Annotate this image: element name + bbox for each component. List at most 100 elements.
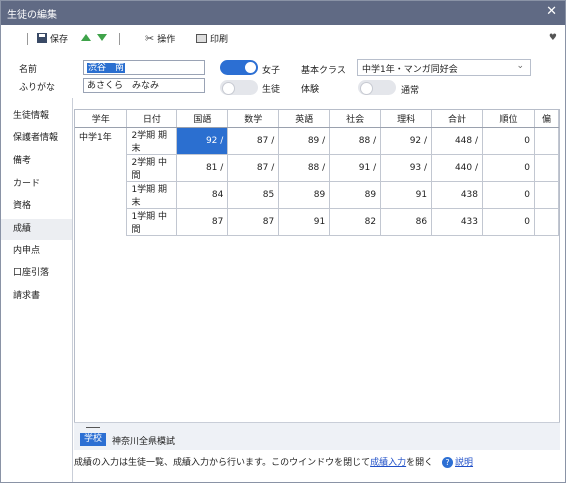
total-cell[interactable]: 433 [431,208,484,236]
grade-cell[interactable]: 中学1年 [75,127,128,235]
sidebar: 生徒情報 保護者情報 備考 カード 資格 成績 内申点 口座引落 請求書 [1,98,73,482]
sidebar-item-guardian-info[interactable]: 保護者情報 [1,128,72,149]
grades-table: 学年 日付 国語 数学 英語 社会 理科 合計 順位 偏 中学1年 2学期 期末… [75,110,559,236]
score-cell[interactable]: 89 / [278,127,331,155]
tools-label: 操作 [157,34,176,45]
date-cell[interactable]: 1学期 中間 [126,208,178,236]
footer-text: 成績の入力は生徒一覧、成績入力から行います。このウインドウを閉じて [74,458,371,468]
print-button[interactable]: 印刷 [196,31,228,45]
footer-text-end: を開く [406,458,434,468]
score-cell[interactable]: 88 / [278,154,331,182]
column-header[interactable]: 順位 [482,110,535,128]
column-header[interactable]: 理科 [380,110,433,128]
exam-info-panel: 学校 神奈川全県模試 [74,422,560,450]
kana-field[interactable]: あさくら みなみ [83,78,205,93]
total-cell[interactable]: 448 / [431,127,484,155]
score-cell[interactable]: 87 [176,208,229,236]
name-field[interactable]: 渋谷 南 [83,60,205,75]
kana-value: あさくら みなみ [87,81,160,91]
score-cell[interactable]: 82 [329,208,382,236]
sidebar-item-notes[interactable]: 備考 [1,151,72,172]
column-header[interactable]: 英語 [278,110,331,128]
score-cell[interactable]: 93 / [380,154,433,182]
save-label: 保存 [50,34,69,45]
column-header[interactable]: 数学 [227,110,280,128]
rank-cell[interactable]: 0 [482,127,535,155]
gender-female-label: 女子 [262,66,281,76]
date-cell[interactable]: 2学期 中間 [126,154,178,182]
grade-input-link[interactable]: 成績入力 [370,458,406,468]
kana-label: ふりがな [19,83,56,93]
help-icon[interactable]: ? [442,457,454,468]
column-header[interactable]: 日付 [126,110,178,128]
extra-cell[interactable] [534,208,559,236]
column-header[interactable]: 偏 [534,110,559,128]
name-value: 渋谷 南 [87,63,126,73]
sidebar-item-student-info[interactable]: 生徒情報 [1,106,72,127]
title-bar: 生徒の編集 ✕ [1,1,565,25]
save-button[interactable]: 保存 [37,31,68,45]
column-header[interactable]: 社会 [329,110,382,128]
date-cell[interactable]: 1学期 期末 [126,181,178,209]
score-cell[interactable]: 84 [176,181,229,209]
extra-cell[interactable] [534,181,559,209]
column-header[interactable]: 合計 [431,110,484,128]
rank-cell[interactable]: 0 [482,181,535,209]
table-row[interactable]: 1学期 中間 87 87 91 82 86 433 0 [75,208,559,236]
rank-cell[interactable]: 0 [482,208,535,236]
score-cell[interactable]: 86 [380,208,433,236]
exam-name: 神奈川全県模試 [112,437,176,447]
move-up-button[interactable] [81,30,91,44]
extra-cell[interactable] [534,154,559,182]
score-cell[interactable]: 87 / [227,127,280,155]
close-icon[interactable]: ✕ [546,4,557,19]
score-cell[interactable]: 89 [278,181,331,209]
class-select[interactable]: 中学1年・マンガ同好会 ⌄ [357,59,531,76]
score-cell[interactable]: 91 [278,208,331,236]
toolbar-divider [27,33,28,45]
table-row[interactable]: 2学期 中間 81 / 87 / 88 / 91 / 93 / 440 / 0 [75,154,559,182]
table-row[interactable]: 1学期 期末 84 85 89 89 91 438 0 [75,181,559,209]
sidebar-item-qualifications[interactable]: 資格 [1,196,72,217]
column-header[interactable]: 国語 [176,110,229,128]
class-value: 中学1年・マンガ同好会 [362,65,458,75]
score-cell[interactable]: 91 [380,181,433,209]
status-toggle[interactable] [220,80,258,95]
total-cell[interactable]: 438 [431,181,484,209]
sidebar-item-bank-debit[interactable]: 口座引落 [1,263,72,284]
toolbar-divider [119,33,120,45]
name-label: 名前 [19,65,38,75]
help-link[interactable]: 説明 [455,458,473,468]
trial-label: 体験 [301,85,320,95]
move-down-button[interactable] [97,30,107,44]
sidebar-item-card[interactable]: カード [1,174,72,195]
date-cell[interactable]: 2学期 期末 [126,127,178,155]
column-header[interactable]: 学年 [75,110,128,128]
arrow-up-icon [81,33,91,41]
score-cell[interactable]: 88 / [329,127,382,155]
favorite-icon[interactable]: ♥ [549,33,557,43]
sidebar-item-invoices[interactable]: 請求書 [1,286,72,307]
normal-label: 通常 [401,86,420,96]
score-cell[interactable]: 89 [329,181,382,209]
chevron-down-icon: ⌄ [516,61,524,71]
sidebar-item-report-card[interactable]: 内申点 [1,241,72,262]
tools-button[interactable]: ✂ 操作 [145,31,175,45]
window-title: 生徒の編集 [7,10,57,21]
trial-toggle[interactable] [358,80,396,95]
print-label: 印刷 [210,34,229,45]
score-cell[interactable]: 91 / [329,154,382,182]
score-cell[interactable]: 87 / [227,154,280,182]
resize-handle[interactable] [86,427,100,428]
sidebar-item-grades[interactable]: 成績 [1,219,72,240]
score-cell[interactable]: 87 [227,208,280,236]
gender-toggle[interactable] [220,60,258,75]
score-cell[interactable]: 92 / [176,127,229,155]
extra-cell[interactable] [534,127,559,155]
total-cell[interactable]: 440 / [431,154,484,182]
score-cell[interactable]: 92 / [380,127,433,155]
table-row[interactable]: 中学1年 2学期 期末 92 / 87 / 89 / 88 / 92 / 448… [75,127,559,235]
score-cell[interactable]: 81 / [176,154,229,182]
rank-cell[interactable]: 0 [482,154,535,182]
score-cell[interactable]: 85 [227,181,280,209]
